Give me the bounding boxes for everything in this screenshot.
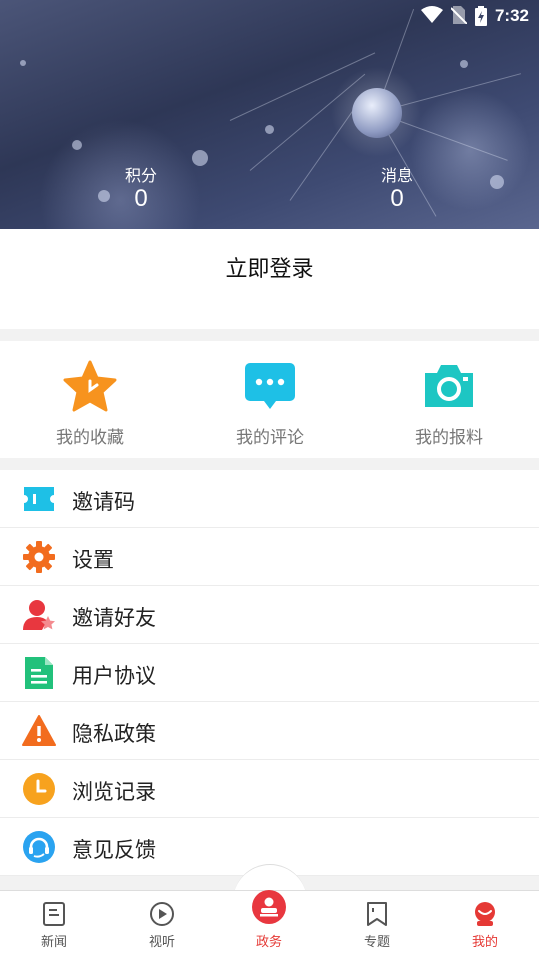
news-icon: [41, 901, 67, 927]
messages-value: 0: [390, 185, 404, 212]
profile-header-banner: 7:32 积分 0 消息 0: [0, 0, 539, 229]
bookmark-icon: [364, 901, 390, 927]
tab-video-label: 视听: [148, 934, 175, 949]
government-icon: [251, 889, 287, 925]
tab-news[interactable]: 新闻: [0, 891, 108, 958]
comment-icon: [242, 359, 298, 415]
profile-icon: [472, 901, 498, 927]
invite-code-label: 邀请码: [72, 491, 135, 514]
tab-news-label: 新闻: [40, 934, 67, 949]
privacy-policy-item[interactable]: 隐私政策: [0, 702, 539, 760]
tab-profile-label: 我的: [471, 934, 498, 949]
user-agreement-label: 用户协议: [72, 665, 156, 688]
user-agreement-item[interactable]: 用户协议: [0, 644, 539, 702]
document-icon: [22, 656, 56, 690]
login-button[interactable]: 立即登录: [0, 251, 539, 283]
login-section: 立即登录: [0, 229, 539, 329]
wifi-icon: [421, 6, 443, 29]
invite-friends-item[interactable]: 邀请好友: [0, 586, 539, 644]
invite-friends-label: 邀请好友: [72, 607, 156, 630]
invite-code-item[interactable]: 邀请码: [0, 470, 539, 528]
tab-government[interactable]: 政务: [215, 889, 323, 958]
messages-stat[interactable]: 消息 0: [357, 162, 437, 212]
battery-charging-icon: [475, 6, 487, 31]
settings-item[interactable]: 设置: [0, 528, 539, 586]
tab-topics[interactable]: 专题: [323, 891, 431, 958]
headset-icon: [22, 830, 56, 864]
gear-icon: [22, 540, 56, 574]
settings-label: 设置: [72, 549, 114, 572]
status-bar: 7:32: [0, 0, 539, 32]
my-comments-label: 我的评论: [236, 428, 304, 447]
feedback-label: 意见反馈: [72, 839, 156, 862]
points-stat[interactable]: 积分 0: [101, 162, 181, 212]
settings-menu-list: 邀请码 设置 邀请好友 用户协议 隐私政策 浏览记录 意见反馈: [0, 470, 539, 876]
privacy-policy-label: 隐私政策: [72, 723, 156, 746]
star-icon: [62, 359, 118, 415]
points-value: 0: [134, 185, 148, 212]
play-icon: [149, 901, 175, 927]
status-time: 7:32: [494, 6, 529, 25]
bottom-tab-bar: 新闻 视听 政务 专题 我的: [0, 890, 539, 958]
tab-government-label: 政务: [255, 934, 282, 949]
my-reports-label: 我的报料: [415, 428, 483, 447]
no-sim-icon: [450, 6, 468, 29]
browse-history-item[interactable]: 浏览记录: [0, 760, 539, 818]
ticket-icon: [22, 482, 56, 516]
camera-icon: [421, 359, 477, 415]
my-favorites-label: 我的收藏: [56, 428, 124, 447]
my-favorites-button[interactable]: 我的收藏: [0, 341, 180, 458]
invite-friend-icon: [22, 598, 56, 632]
tab-video[interactable]: 视听: [108, 891, 216, 958]
tab-profile[interactable]: 我的: [431, 891, 539, 958]
my-reports-button[interactable]: 我的报料: [359, 341, 539, 458]
clock-icon: [22, 772, 56, 806]
tab-topics-label: 专题: [363, 934, 390, 949]
my-comments-button[interactable]: 我的评论: [180, 341, 360, 458]
quick-actions: 我的收藏 我的评论 我的报料: [0, 341, 539, 458]
points-label: 积分: [124, 168, 157, 185]
browse-history-label: 浏览记录: [72, 781, 156, 804]
warning-icon: [22, 714, 56, 748]
messages-label: 消息: [380, 168, 413, 185]
